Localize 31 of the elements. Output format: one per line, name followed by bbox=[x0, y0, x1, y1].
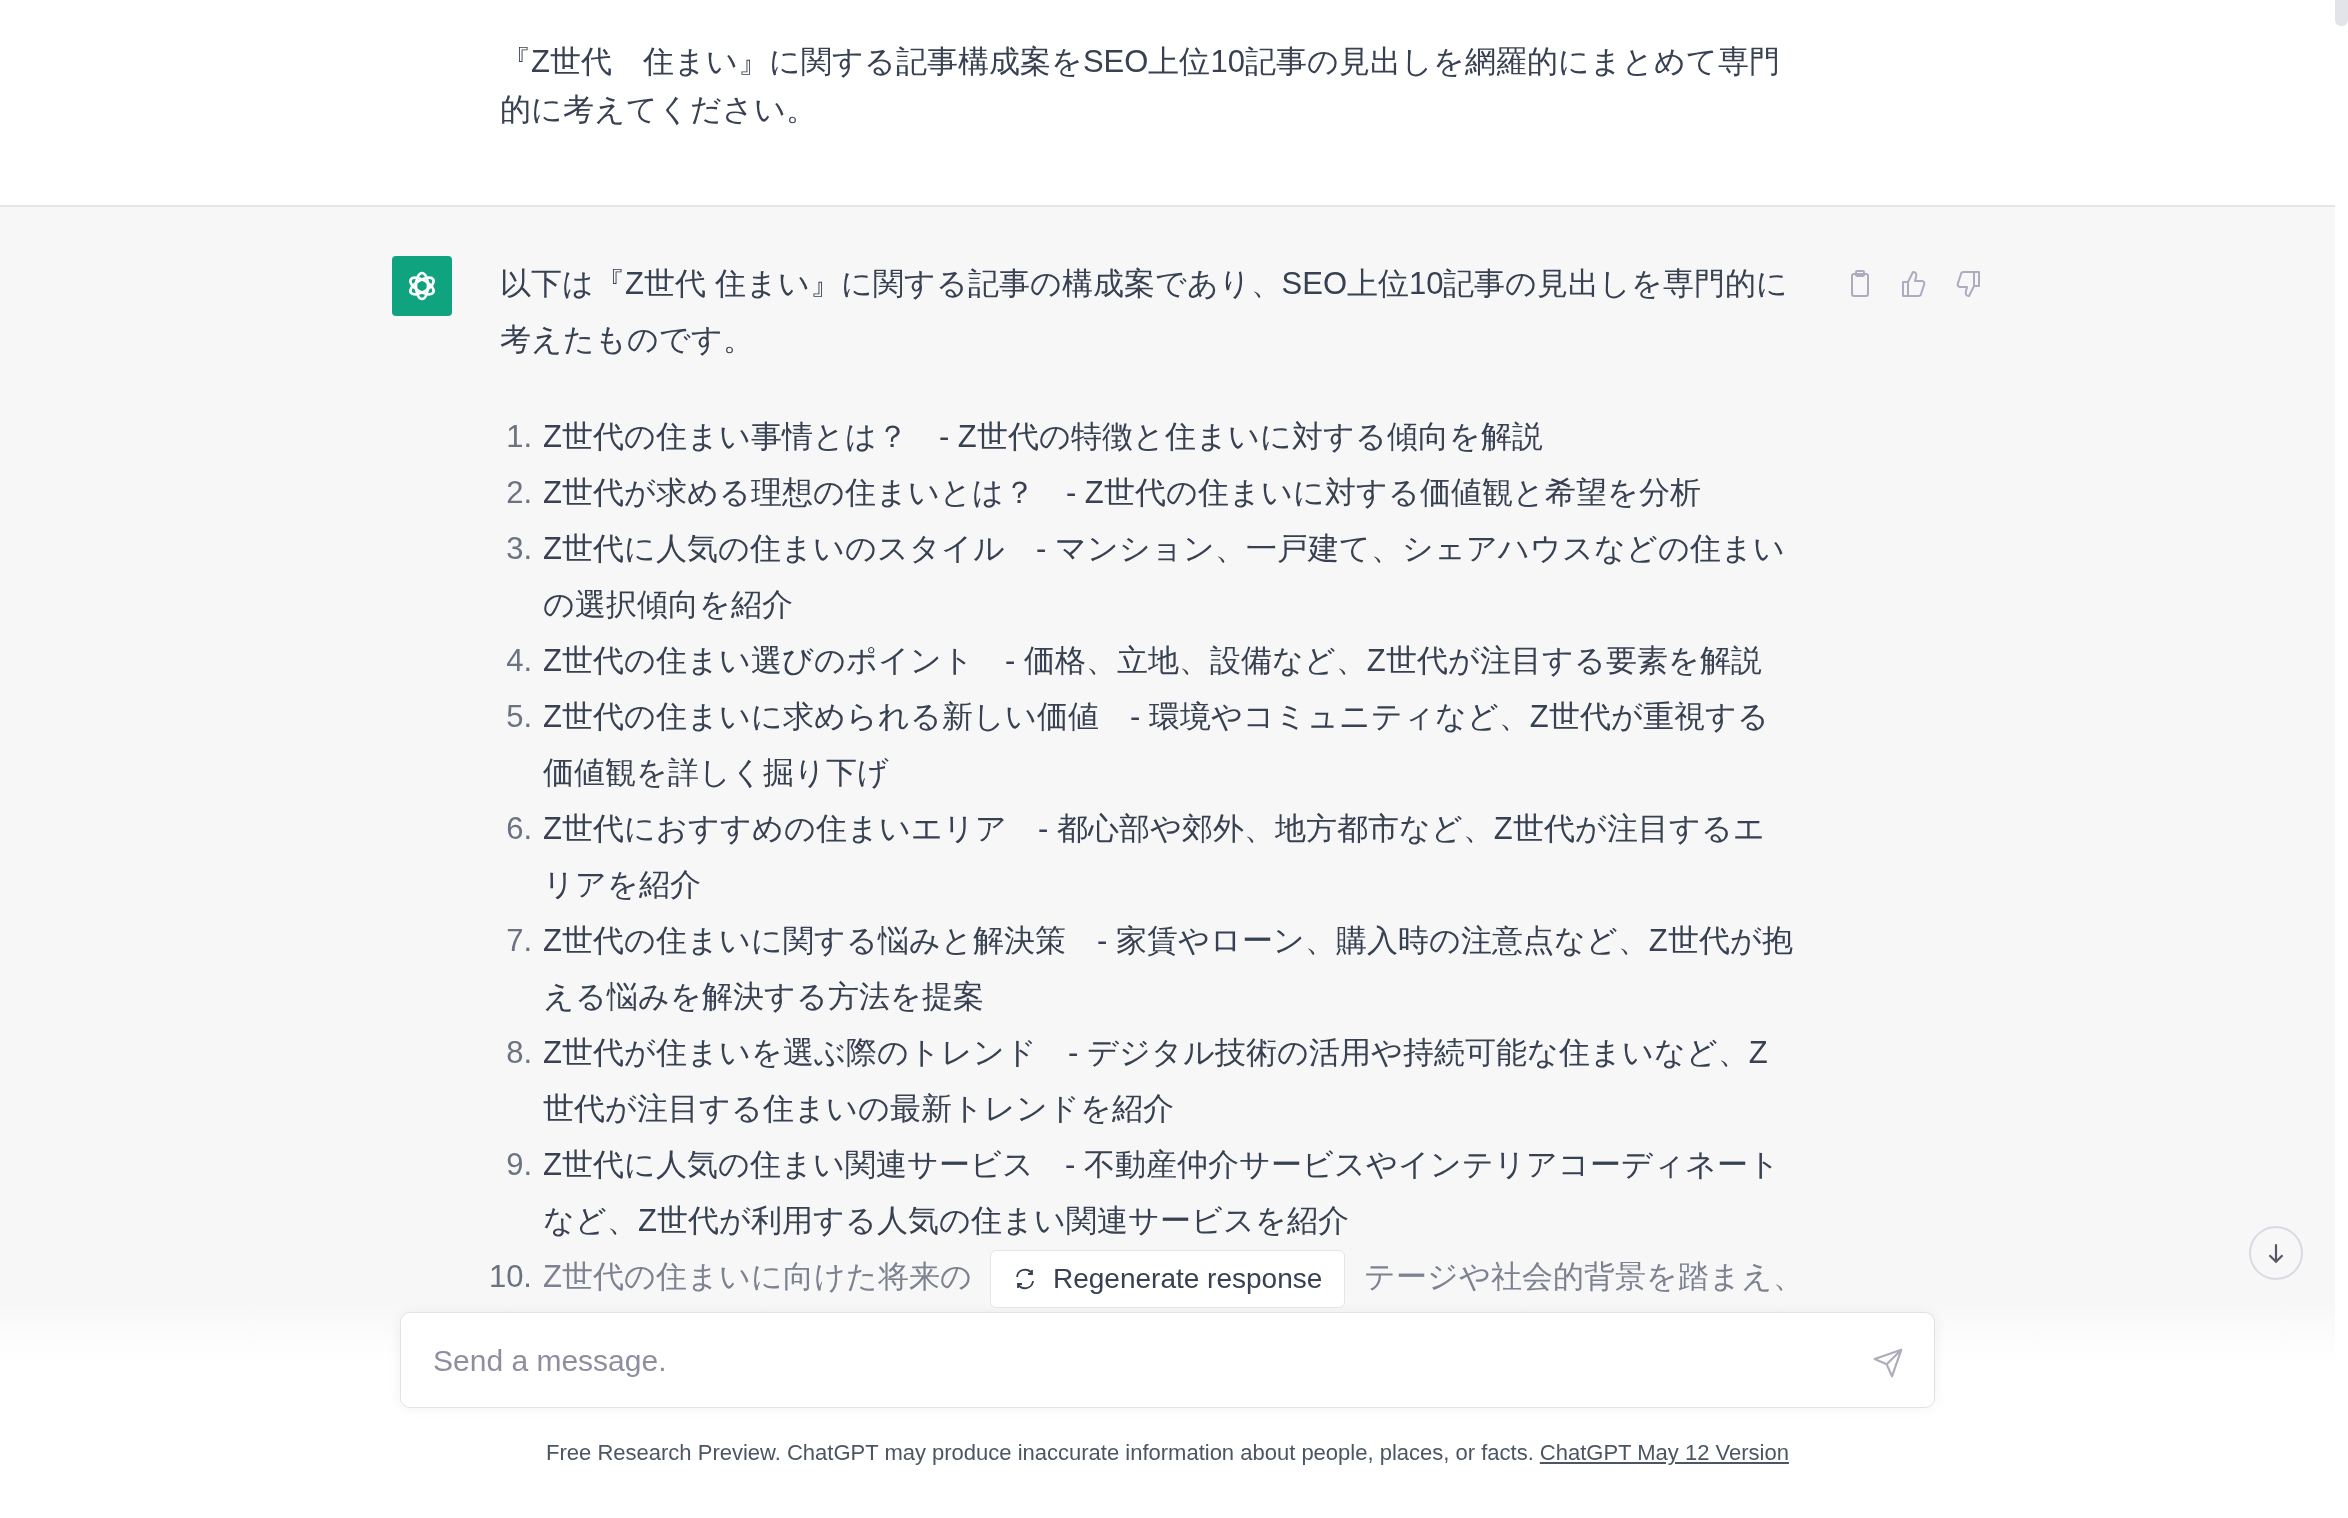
user-message-text: 『Z世代 住まい』に関する記事構成案をSEO上位10記事の見出しを網羅的にまとめて専門的に考えてください。 bbox=[500, 43, 1781, 129]
list-item-text: Z世代に人気の住まいのスタイル - マンション、一戸建て、シェアハウスなどの住まいの選択傾向を紹介 bbox=[543, 530, 1786, 624]
list-number: 8. bbox=[505, 1034, 532, 1072]
message-input-field[interactable]: Send a message. bbox=[431, 1336, 1872, 1384]
list-item-text: Z世代の住まいに向けた将来の bbox=[543, 1258, 972, 1296]
list-item-text: Z世代が求める理想の住まいとは？ - Z世代の住まいに対する価値観と希望を分析 bbox=[543, 474, 1702, 512]
list-number: 10. bbox=[487, 1258, 532, 1296]
list-number: 9. bbox=[505, 1146, 532, 1184]
list-number: 3. bbox=[505, 530, 532, 568]
list-item-text: テージや社会的背景を踏まえ、 bbox=[1363, 1258, 1804, 1296]
refresh-icon bbox=[1013, 1267, 1037, 1291]
list-item-text: Z世代が住まいを選ぶ際のトレンド - デジタル技術の活用や持続可能な住まいなど、Z世代が注目する住まいの最新トレンドを紹介 bbox=[543, 1034, 1769, 1128]
scrollbar-thumb[interactable] bbox=[2335, 0, 2348, 26]
regenerate-button[interactable]: Regenerate response bbox=[990, 1250, 1346, 1308]
message-input-box[interactable]: Send a message. bbox=[400, 1312, 1935, 1408]
list-number: 4. bbox=[505, 642, 532, 680]
disclaimer-text: Free Research Preview. ChatGPT may produce inaccurate information about people, places, or facts. bbox=[546, 1440, 1535, 1465]
list-number: 5. bbox=[505, 698, 532, 736]
list-number: 7. bbox=[505, 922, 532, 960]
assistant-avatar-icon bbox=[392, 256, 452, 316]
list-number: 6. bbox=[505, 810, 532, 848]
list-item-text: Z世代に人気の住まい関連サービス - 不動産仲介サービスやインテリアコーディネートなど、Z世代が利用する人気の住まい関連サービスを紹介 bbox=[543, 1146, 1781, 1240]
assistant-message-text: 以下は『Z世代 住まい』に関する記事の構成案であり、SEO上位10記事の見出しを専門的に考えたものです。 bbox=[500, 265, 1790, 359]
list-item-text: Z世代の住まいに求められる新しい価値 - 環境やコミュニティなど、Z世代が重視する価値観を詳しく掘り下げ bbox=[543, 698, 1770, 792]
list-number: 1. bbox=[505, 418, 532, 456]
list-item-text: Z世代におすすめの住まいエリア - 都心部や郊外、地方都市など、Z世代が注目するエリアを紹介 bbox=[543, 810, 1766, 904]
version-link[interactable]: ChatGPT May 12 Version bbox=[1539, 1440, 1789, 1465]
list-number: 2. bbox=[505, 474, 532, 512]
list-item-text: Z世代の住まいに関する悩みと解決策 - 家賃やローン、購入時の注意点など、Z世代が抱える悩みを解決する方法を提案 bbox=[543, 922, 1794, 1016]
list-item-text: Z世代の住まい事情とは？ - Z世代の特徴と住まいに対する傾向を解説 bbox=[543, 418, 1544, 456]
list-item-text: Z世代の住まい選びのポイント - 価格、立地、設備など、Z世代が注目する要素を解説 bbox=[543, 642, 1763, 680]
